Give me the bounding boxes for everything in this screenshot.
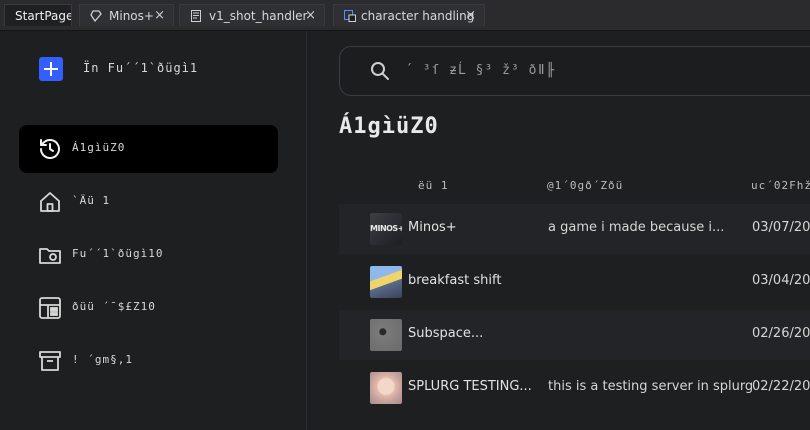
tab-v1-shot-handler[interactable]: v1_shot_handler × (179, 4, 325, 26)
search-placeholder: ´ ³ſ ƶĹ §³ ž³ ðǁ╟ (405, 63, 556, 78)
home-icon (40, 192, 60, 212)
history-icon (40, 139, 60, 159)
template-icon (39, 297, 61, 319)
new-experience-label[interactable]: Ïn Fu´´1`ðügì1 (83, 61, 198, 75)
subspace-thumbnail (370, 319, 402, 351)
tab-label: Minos+ (109, 9, 154, 23)
table-row[interactable]: breakfast shift 03/04/202 (339, 257, 810, 307)
tab-label: StartPage (15, 9, 72, 23)
tab-minos[interactable]: Minos+ × (79, 4, 174, 26)
close-icon[interactable]: × (154, 5, 165, 26)
table-row[interactable]: Subspace... 02/26/202 (339, 310, 810, 360)
table-row[interactable]: SPLURG TESTING... this is a testing serv… (339, 363, 810, 413)
column-header-description[interactable]: @1´0gð´Zðü (547, 179, 623, 192)
row-date: 02/26/202 (752, 326, 810, 341)
script-file-icon (191, 10, 201, 22)
new-experience-button[interactable] (39, 57, 63, 81)
sidebar-item-folders[interactable]: Fu´´1`ðügì10 (19, 231, 278, 279)
thumbnail-text: MINOS+ (370, 224, 402, 233)
minos-thumbnail: MINOS+ (370, 213, 402, 245)
row-name: Minos+ (408, 220, 457, 235)
row-date: 03/07/202 (752, 220, 810, 235)
archive-icon (39, 351, 61, 371)
sidebar-item-label: Fu´´1`ðügì10 (72, 247, 164, 260)
sidebar-item-label: ðüü ´¯$£Z10 (72, 300, 156, 313)
sidebar-item-recent[interactable]: Á1gìüZ0 (19, 125, 278, 173)
place-file-icon (90, 10, 102, 22)
sidebar-item-label: Á1gìüZ0 (72, 141, 126, 154)
tab-character-handling[interactable]: character handling × (333, 4, 485, 26)
sidebar-item-home[interactable]: `Äü 1 (19, 178, 278, 226)
search-input[interactable]: ´ ³ſ ƶĹ §³ ž³ ðǁ╟ (339, 46, 810, 96)
sidebar-item-label: ! ´gm§,1 (72, 353, 133, 366)
row-name: breakfast shift (408, 273, 502, 288)
sidebar-item-archive[interactable]: ! ´gm§,1 (19, 337, 278, 385)
row-date: 02/22/202 (752, 379, 810, 394)
tab-label: v1_shot_handler (209, 9, 308, 23)
page-title: Á1gìüZ0 (339, 114, 439, 139)
sidebar-item-label: `Äü 1 (72, 194, 111, 207)
column-header-name[interactable]: ëü 1 (418, 179, 449, 192)
column-header-modified[interactable]: uc´02Fhž2 (751, 179, 810, 192)
sidebar: Ïn Fu´´1`ðügì1 Á1gìüZ0 `Äü 1 Fu´´1`ðügì1… (0, 31, 307, 430)
row-name: Subspace... (408, 326, 484, 341)
close-icon[interactable]: × (465, 5, 476, 26)
sidebar-item-templates[interactable]: ðüü ´¯$£Z10 (19, 284, 278, 332)
tab-label: character handling (361, 9, 475, 23)
row-description: this is a testing server in splurg (548, 379, 754, 394)
table-row[interactable]: MINOS+ Minos+ a game i made because i...… (339, 204, 810, 254)
row-name: SPLURG TESTING... (408, 379, 532, 394)
row-description: a game i made because i... (548, 220, 725, 235)
tab-strip: StartPage Minos+ × v1_shot_handler × cha… (0, 0, 810, 31)
tab-startpage[interactable]: StartPage (4, 4, 72, 26)
close-icon[interactable]: × (305, 5, 316, 26)
main-content: ´ ³ſ ƶĹ §³ ž³ ðǁ╟ Á1gìüZ0 ëü 1 @1´0gð´Zð… (307, 31, 810, 430)
row-date: 03/04/202 (752, 273, 810, 288)
search-icon (371, 62, 389, 80)
folder-icon (39, 248, 61, 264)
module-script-icon (344, 10, 356, 22)
breakfast-thumbnail (370, 266, 402, 298)
splurg-thumbnail (370, 372, 402, 404)
